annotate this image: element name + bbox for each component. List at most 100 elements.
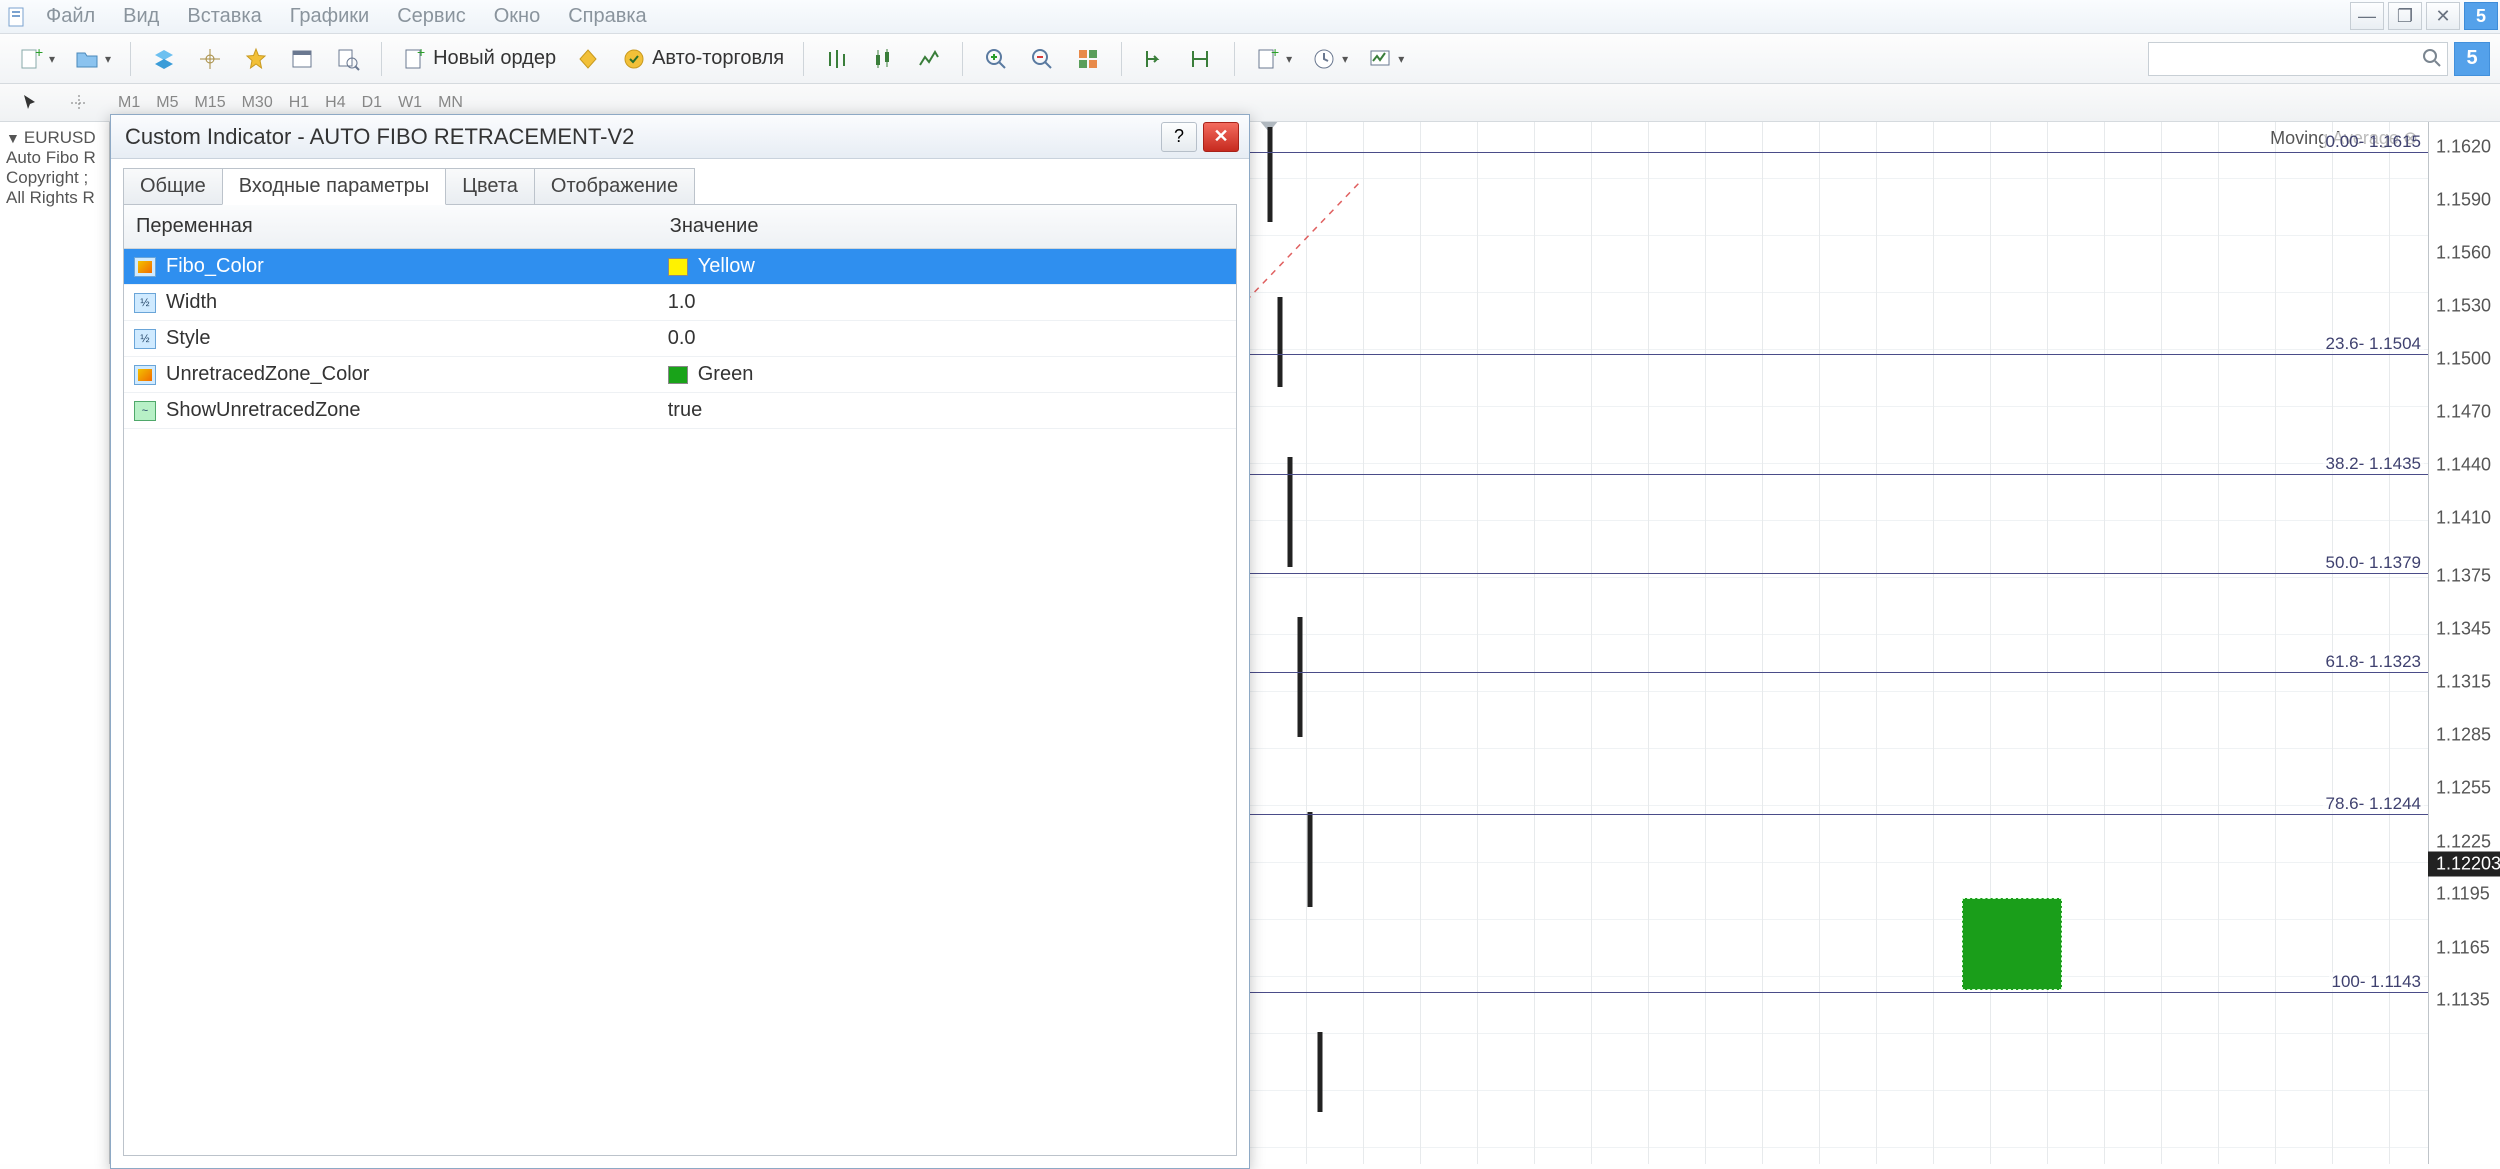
parameter-row[interactable]: ~ShowUnretracedZonetrue [124,393,1236,429]
current-price-marker: 1.12203 [2428,852,2500,877]
cross-cursor-button[interactable] [58,84,100,122]
price-tick: 1.1470 [2428,402,2500,423]
menu-item[interactable]: Окно [480,1,554,32]
menu-item[interactable]: Сервис [383,1,480,32]
bar-chart-button[interactable] [816,40,858,78]
param-name: Style [166,327,210,349]
market-watch-button[interactable] [143,40,185,78]
chevron-down-icon: ▾ [49,52,55,66]
menu-item[interactable]: Графики [276,1,384,32]
menu-item[interactable]: Вид [109,1,173,32]
auto-trading-button[interactable]: Авто-торговля [613,40,791,78]
indicator-plus-icon: + [1254,45,1282,73]
menu-item[interactable]: Файл [32,1,109,32]
zoom-in-button[interactable] [975,40,1017,78]
bar-chart-icon [823,45,851,73]
zoom-in-icon [982,45,1010,73]
new-chart-button[interactable]: +▾ [10,40,62,78]
tile-windows-button[interactable] [1067,40,1109,78]
navigator-button[interactable] [189,40,231,78]
new-order-button[interactable]: + Новый ордер [394,40,563,78]
dialog-tab[interactable]: Общие [123,168,223,205]
param-value: Green [698,363,754,385]
timeframe-button[interactable]: M5 [150,94,184,112]
dialog-titlebar[interactable]: Custom Indicator - AUTO FIBO RETRACEMENT… [111,115,1249,159]
folder-icon [73,45,101,73]
param-name: Fibo_Color [166,255,264,277]
column-header-value[interactable]: Значение [658,205,1236,249]
data-window-button[interactable] [281,40,323,78]
chart-shift-button[interactable] [1134,40,1176,78]
layers-icon [150,45,178,73]
crosshair-icon [196,45,224,73]
search-icon [2422,48,2442,70]
parameter-row[interactable]: ½Width1.0 [124,285,1236,321]
candle-chart-button[interactable] [862,40,904,78]
column-header-name[interactable]: Переменная [124,205,658,249]
timeframe-button[interactable]: H1 [283,94,315,112]
triangle-down-icon: ▼ [6,130,20,146]
price-tick: 1.1530 [2428,296,2500,317]
fibo-level-label: 78.6- 1.1244 [2323,794,2424,814]
cursor-icon [17,89,45,117]
periods-button[interactable]: ▾ [1303,40,1355,78]
timeframe-button[interactable]: D1 [356,94,388,112]
window-close-button[interactable]: ✕ [2426,2,2460,30]
mt5-badge: 5 [2464,2,2498,30]
search-field[interactable] [2157,47,2422,70]
parameter-row[interactable]: UnretracedZone_Color Green [124,357,1236,393]
dialog-title: Custom Indicator - AUTO FIBO RETRACEMENT… [125,124,634,150]
mt5-button[interactable]: 5 [2454,42,2490,76]
dialog-tab[interactable]: Входные параметры [222,168,446,205]
auto-trading-label: Авто-торговля [652,47,784,70]
window-minimize-button[interactable]: — [2350,2,2384,30]
parameter-row[interactable]: Fibo_ColorYellow [124,249,1236,285]
fibo-level-label: 100- 1.1143 [2329,972,2424,992]
search-input[interactable] [2148,42,2448,76]
timeframe-button[interactable]: H4 [319,94,351,112]
fibo-level-label: 38.2- 1.1435 [2323,454,2424,474]
timeframe-button[interactable]: MN [432,94,469,112]
window-controls: — ❐ ✕ 5 [2348,0,2500,32]
chevron-down-icon: ▾ [105,52,111,66]
dialog-tab[interactable]: Цвета [445,168,535,205]
close-button[interactable]: ✕ [1203,122,1239,152]
parameter-row[interactable]: ½Style0.0 [124,321,1236,357]
navigator-line: Copyright ; [6,168,109,188]
chevron-down-icon: ▾ [1398,52,1404,66]
menu-item[interactable]: Справка [554,1,660,32]
param-type-icon [134,365,156,385]
zoom-out-button[interactable] [1021,40,1063,78]
favorites-button[interactable] [235,40,277,78]
price-tick: 1.1315 [2428,672,2500,693]
price-tick: 1.1345 [2428,619,2500,640]
param-type-icon: ½ [134,293,156,313]
symbol-header[interactable]: ▼EURUSD [6,128,109,148]
indicators-button[interactable]: +▾ [1247,40,1299,78]
indicator-properties-dialog: Custom Indicator - AUTO FIBO RETRACEMENT… [110,114,1250,1169]
cursor-button[interactable] [10,84,52,122]
menu-item[interactable]: Вставка [173,1,275,32]
dialog-tab-bar: ОбщиеВходные параметрыЦветаОтображение [111,159,1249,204]
star-icon [242,45,270,73]
timeframe-button[interactable]: M30 [236,94,279,112]
help-button[interactable]: ? [1161,122,1197,152]
chevron-down-icon: ▾ [1342,52,1348,66]
template-icon [1366,45,1394,73]
strategy-tester-button[interactable] [327,40,369,78]
unretraced-zone [1962,898,2062,990]
dialog-tab[interactable]: Отображение [534,168,695,205]
timeframe-button[interactable]: M1 [112,94,146,112]
autotrade-icon [620,45,648,73]
grid-icon [1074,45,1102,73]
timeframe-button[interactable]: W1 [392,94,428,112]
param-name: UnretracedZone_Color [166,363,369,385]
line-chart-button[interactable] [908,40,950,78]
timeframe-button[interactable]: M15 [188,94,231,112]
price-tick: 1.1285 [2428,725,2500,746]
templates-button[interactable]: ▾ [1359,40,1411,78]
profiles-button[interactable]: ▾ [66,40,118,78]
metaeditor-button[interactable] [567,40,609,78]
auto-scroll-button[interactable] [1180,40,1222,78]
window-restore-button[interactable]: ❐ [2388,2,2422,30]
